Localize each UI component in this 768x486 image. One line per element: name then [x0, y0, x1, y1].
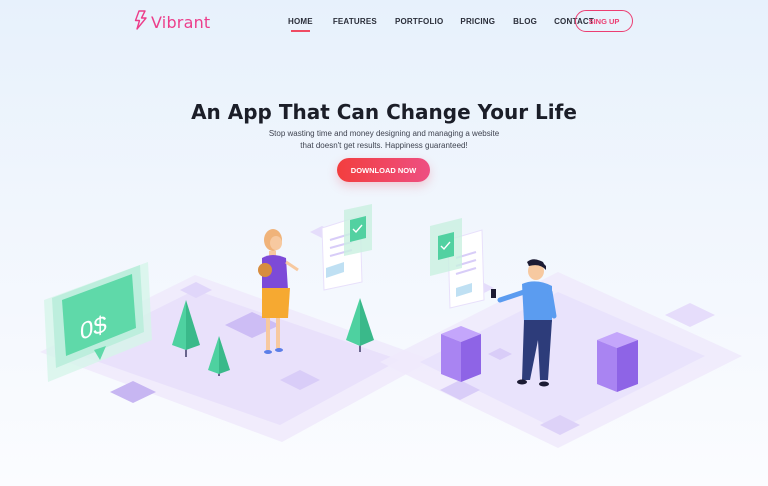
brand-name: Vibrant — [151, 13, 211, 32]
hero-subtitle-line-2: that doesn't get results. Happiness guar… — [300, 141, 468, 150]
hero-subtitle-line-1: Stop wasting time and money designing an… — [268, 129, 500, 138]
document-card — [430, 218, 485, 309]
document-card — [321, 204, 372, 291]
hero-title: An App That Can Change Your Life — [191, 100, 577, 124]
brand-logo[interactable]: Vibrant — [134, 10, 210, 35]
hero-illustration: 0$ — [40, 204, 742, 448]
nav-menu: HOME FEATURES PORTFOLIO PRICING BLOG CON… — [288, 17, 594, 32]
nav-item-home[interactable]: HOME — [288, 17, 313, 32]
nav-item-blog[interactable]: BLOG — [513, 17, 537, 26]
download-button[interactable]: DOWNLOAD NOW — [337, 158, 430, 182]
building-block — [441, 326, 481, 382]
lightning-bolt-icon — [134, 10, 148, 35]
nav-item-features[interactable]: FEATURES — [333, 17, 377, 26]
phone-icon — [491, 289, 496, 298]
hero-subtitle: Stop wasting time and money designing an… — [234, 128, 534, 152]
navbar: Vibrant HOME FEATURES PORTFOLIO PRICING … — [0, 0, 768, 44]
nav-item-pricing[interactable]: PRICING — [460, 17, 495, 26]
signup-button[interactable]: SING UP — [575, 10, 633, 32]
nav-item-portfolio[interactable]: PORTFOLIO — [395, 17, 443, 26]
building-block — [597, 332, 638, 392]
